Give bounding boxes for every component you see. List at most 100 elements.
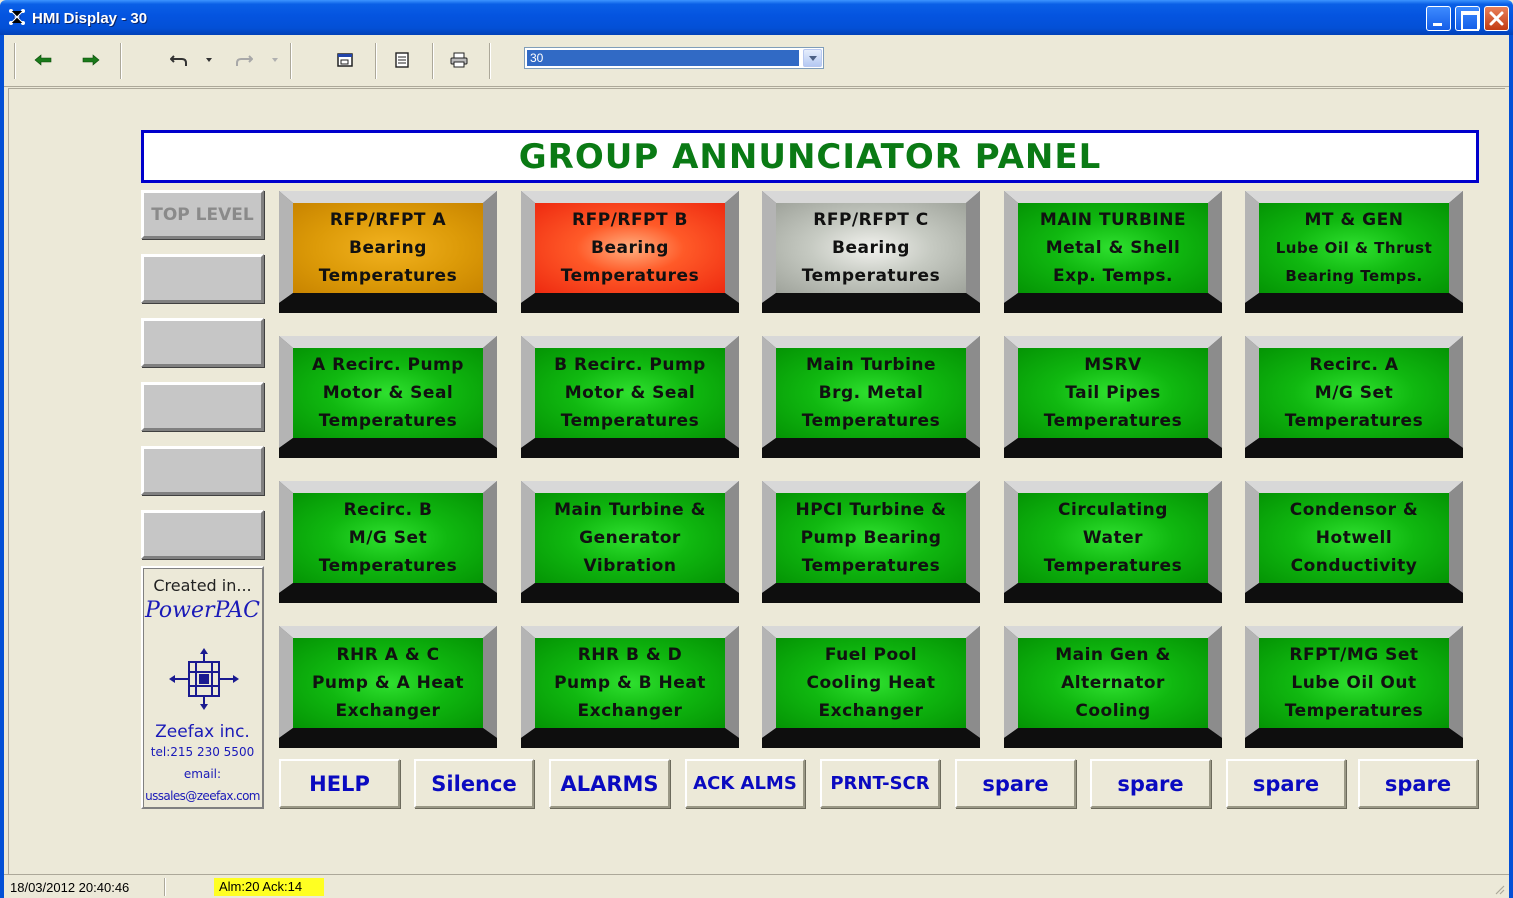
nav-button[interactable] bbox=[141, 318, 264, 367]
annunciator-face[interactable]: Condensor & Hotwell Conductivity bbox=[1259, 493, 1449, 583]
close-button[interactable] bbox=[1484, 6, 1509, 31]
nav-button[interactable] bbox=[141, 446, 264, 495]
alarms-button[interactable]: ALARMS bbox=[549, 759, 670, 808]
annunciator-label-line: Circulating bbox=[1058, 500, 1168, 520]
annunciator-label-line: Recirc. A bbox=[1309, 355, 1399, 375]
tile-bevel-right bbox=[966, 626, 980, 738]
credit-email-link[interactable]: ussales@zeefax.com bbox=[143, 789, 262, 803]
tile-bevel-top bbox=[762, 626, 980, 638]
annunciator-face[interactable]: Main Turbine & Generator Vibration bbox=[535, 493, 725, 583]
back-arrow-icon[interactable] bbox=[32, 49, 54, 71]
annunciator-tile[interactable]: Fuel Pool Cooling Heat Exchanger bbox=[762, 626, 980, 748]
annunciator-face[interactable]: RHR B & D Pump & B Heat Exchanger bbox=[535, 638, 725, 728]
annunciator-tile[interactable]: Main Turbine Brg. Metal Temperatures bbox=[762, 336, 980, 458]
annunciator-tile[interactable]: Main Gen & Alternator Cooling bbox=[1004, 626, 1222, 748]
toolbar-separator bbox=[120, 43, 122, 79]
window-icon[interactable] bbox=[334, 49, 356, 71]
resize-grip-icon[interactable] bbox=[1493, 883, 1505, 895]
annunciator-face[interactable]: RFPT/MG Set Lube Oil Out Temperatures bbox=[1259, 638, 1449, 728]
annunciator-label-line: RFP/RFPT C bbox=[813, 210, 929, 230]
redo-dropdown-icon[interactable] bbox=[271, 57, 279, 63]
display-select[interactable]: 30 bbox=[524, 47, 824, 69]
annunciator-label-line: RFPT/MG Set bbox=[1289, 645, 1419, 665]
title-bar[interactable]: HMI Display - 30 bbox=[0, 0, 1513, 35]
nav-button[interactable] bbox=[141, 254, 264, 303]
annunciator-face[interactable]: MT & GEN Lube Oil & Thrust Bearing Temps. bbox=[1259, 203, 1449, 293]
annunciator-face[interactable]: Main Gen & Alternator Cooling bbox=[1018, 638, 1208, 728]
spare-button[interactable]: spare bbox=[1226, 759, 1346, 808]
annunciator-face[interactable]: B Recirc. Pump Motor & Seal Temperatures bbox=[535, 348, 725, 438]
ack-alarms-button[interactable]: ACK ALMS bbox=[685, 759, 805, 808]
annunciator-tile[interactable]: B Recirc. Pump Motor & Seal Temperatures bbox=[521, 336, 739, 458]
annunciator-tile[interactable]: RFP/RFPT B Bearing Temperatures bbox=[521, 191, 739, 313]
annunciator-face[interactable]: MSRV Tail Pipes Temperatures bbox=[1018, 348, 1208, 438]
annunciator-tile[interactable]: Recirc. A M/G Set Temperatures bbox=[1245, 336, 1463, 458]
annunciator-tile[interactable]: HPCI Turbine & Pump Bearing Temperatures bbox=[762, 481, 980, 603]
credit-company-name: Zeefax inc. bbox=[155, 722, 250, 742]
annunciator-label-line: MAIN TURBINE bbox=[1039, 210, 1187, 230]
spare-button[interactable]: spare bbox=[1358, 759, 1478, 808]
silence-button[interactable]: Silence bbox=[414, 759, 534, 808]
forward-arrow-icon[interactable] bbox=[80, 49, 102, 71]
annunciator-label-line: Temperatures bbox=[1284, 411, 1424, 431]
annunciator-face[interactable]: RFP/RFPT B Bearing Temperatures bbox=[535, 203, 725, 293]
annunciator-label-line: Bearing bbox=[591, 238, 669, 258]
undo-dropdown-icon[interactable] bbox=[205, 57, 213, 63]
annunciator-face[interactable]: Fuel Pool Cooling Heat Exchanger bbox=[776, 638, 966, 728]
print-icon[interactable] bbox=[448, 49, 470, 71]
tile-bevel-bottom bbox=[1004, 583, 1222, 603]
annunciator-tile[interactable]: Condensor & Hotwell Conductivity bbox=[1245, 481, 1463, 603]
annunciator-tile[interactable]: Circulating Water Temperatures bbox=[1004, 481, 1222, 603]
help-button[interactable]: HELP bbox=[279, 759, 400, 808]
credits-panel: Created in... PowerPAC Zeefax inc. tel:2… bbox=[141, 566, 264, 809]
annunciator-tile[interactable]: RFP/RFPT C Bearing Temperatures bbox=[762, 191, 980, 313]
annunciator-tile[interactable]: Recirc. B M/G Set Temperatures bbox=[279, 481, 497, 603]
maximize-button[interactable] bbox=[1455, 6, 1480, 31]
annunciator-label-line: Cooling bbox=[1075, 701, 1151, 721]
annunciator-face[interactable]: Main Turbine Brg. Metal Temperatures bbox=[776, 348, 966, 438]
annunciator-tile[interactable]: RFP/RFPT A Bearing Temperatures bbox=[279, 191, 497, 313]
app-network-icon[interactable] bbox=[8, 8, 26, 26]
annunciator-face[interactable]: RHR A & C Pump & A Heat Exchanger bbox=[293, 638, 483, 728]
annunciator-tile[interactable]: Main Turbine & Generator Vibration bbox=[521, 481, 739, 603]
tile-bevel-right bbox=[1449, 191, 1463, 303]
annunciator-tile[interactable]: MSRV Tail Pipes Temperatures bbox=[1004, 336, 1222, 458]
annunciator-face[interactable]: Recirc. A M/G Set Temperatures bbox=[1259, 348, 1449, 438]
tile-bevel-left bbox=[1245, 336, 1259, 448]
annunciator-label-line: Temperatures bbox=[318, 411, 458, 431]
annunciator-face[interactable]: Recirc. B M/G Set Temperatures bbox=[293, 493, 483, 583]
annunciator-label-line: Brg. Metal bbox=[818, 383, 924, 403]
annunciator-tile[interactable]: MAIN TURBINE Metal & Shell Exp. Temps. bbox=[1004, 191, 1222, 313]
tile-bevel-top bbox=[279, 191, 497, 203]
annunciator-face[interactable]: RFP/RFPT A Bearing Temperatures bbox=[293, 203, 483, 293]
annunciator-face[interactable]: A Recirc. Pump Motor & Seal Temperatures bbox=[293, 348, 483, 438]
undo-icon[interactable] bbox=[168, 49, 190, 71]
annunciator-face[interactable]: Circulating Water Temperatures bbox=[1018, 493, 1208, 583]
annunciator-tile[interactable]: MT & GEN Lube Oil & Thrust Bearing Temps. bbox=[1245, 191, 1463, 313]
tile-bevel-bottom bbox=[521, 728, 739, 748]
annunciator-label-line: Bearing bbox=[832, 238, 910, 258]
annunciator-tile[interactable]: RFPT/MG Set Lube Oil Out Temperatures bbox=[1245, 626, 1463, 748]
print-screen-button[interactable]: PRNT-SCR bbox=[820, 759, 940, 808]
nav-top-level-button[interactable]: TOP LEVEL bbox=[141, 190, 264, 239]
tile-bevel-left bbox=[521, 191, 535, 303]
annunciator-tile[interactable]: RHR A & C Pump & A Heat Exchanger bbox=[279, 626, 497, 748]
minimize-button[interactable] bbox=[1426, 6, 1451, 31]
redo-icon[interactable] bbox=[233, 49, 255, 71]
annunciator-face[interactable]: MAIN TURBINE Metal & Shell Exp. Temps. bbox=[1018, 203, 1208, 293]
nav-button[interactable] bbox=[141, 510, 264, 559]
annunciator-face[interactable]: RFP/RFPT C Bearing Temperatures bbox=[776, 203, 966, 293]
page-icon[interactable] bbox=[391, 49, 413, 71]
tile-bevel-right bbox=[483, 626, 497, 738]
annunciator-tile[interactable]: RHR B & D Pump & B Heat Exchanger bbox=[521, 626, 739, 748]
tile-bevel-left bbox=[521, 336, 535, 448]
annunciator-label-line: A Recirc. Pump bbox=[312, 355, 464, 375]
chevron-down-icon[interactable] bbox=[803, 49, 822, 67]
annunciator-tile[interactable]: A Recirc. Pump Motor & Seal Temperatures bbox=[279, 336, 497, 458]
annunciator-face[interactable]: HPCI Turbine & Pump Bearing Temperatures bbox=[776, 493, 966, 583]
nav-button[interactable] bbox=[141, 382, 264, 431]
credit-email-label: email: bbox=[183, 767, 222, 781]
spare-button[interactable]: spare bbox=[955, 759, 1076, 808]
spare-button[interactable]: spare bbox=[1090, 759, 1211, 808]
annunciator-label-line: Exp. Temps. bbox=[1053, 266, 1173, 286]
